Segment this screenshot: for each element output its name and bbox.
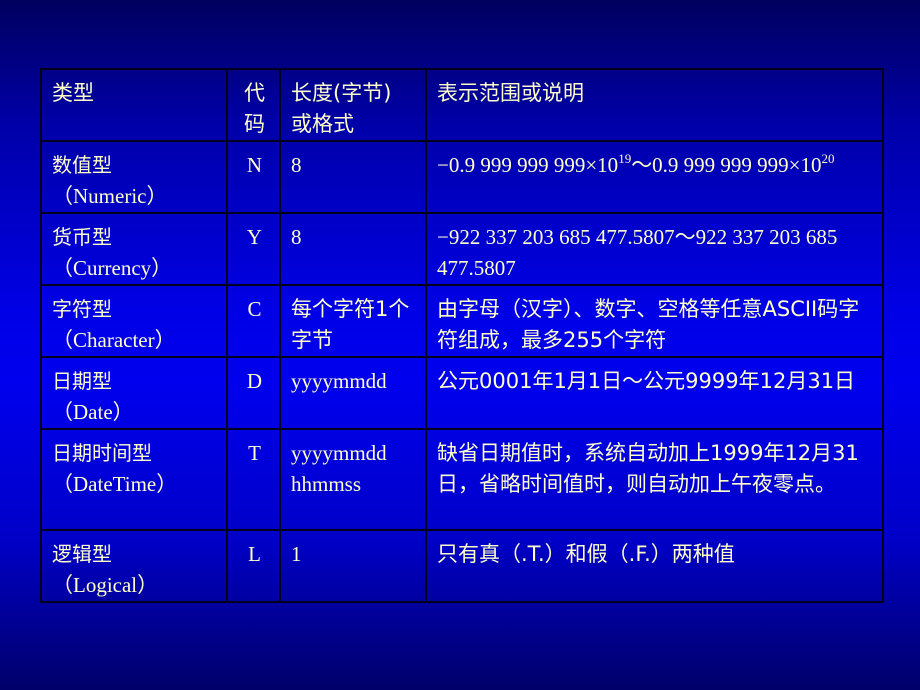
type-en: （Character） [52,328,176,352]
header-type: 类型 [40,68,228,142]
length-cell: 每个字符1个字节 [279,284,427,358]
desc-cell: 公元0001年1月1日～公元9999年12月31日 [425,356,884,430]
type-cell: 数值型 （Numeric） [40,140,228,214]
type-en: （Numeric） [52,184,168,208]
desc-cell: −0.9 999 999 999×1019～0.9 999 999 999×10… [425,140,884,214]
code-cell: D [226,356,281,430]
table-row: 货币型 （Currency） Y 8 −922 337 203 685 477.… [40,212,884,286]
table-row: 日期型 （Date） D yyyymmdd 公元0001年1月1日～公元9999… [40,356,884,430]
type-en: （Date） [52,400,134,424]
code-cell: T [226,428,281,531]
table-row: 数值型 （Numeric） N 8 −0.9 999 999 999×1019～… [40,140,884,214]
desc-part2: ～0.9 999 999 999×10 [631,153,822,177]
table-row: 逻辑型 （Logical） L 1 只有真（.T.）和假（.F.）两种值 [40,529,884,603]
desc-cell: −922 337 203 685 477.5807～922 337 203 68… [425,212,884,286]
type-cn: 逻辑型 [52,542,112,566]
table-row: 日期时间型 （DateTime） T yyyymmdd hhmmss 缺省日期值… [40,428,884,531]
type-cell: 货币型 （Currency） [40,212,228,286]
code-cell: C [226,284,281,358]
table-row: 字符型 （Character） C 每个字符1个字节 由字母（汉字）、数字、空格… [40,284,884,358]
length-cell: 1 [279,529,427,603]
length-cell: yyyymmdd [279,356,427,430]
desc-cell: 只有真（.T.）和假（.F.）两种值 [425,529,884,603]
type-en: （Currency） [52,256,173,280]
type-cn: 日期时间型 [52,441,152,465]
type-cell: 日期时间型 （DateTime） [40,428,228,531]
code-cell: L [226,529,281,603]
desc-exp1: 19 [618,151,632,166]
desc-cell: 缺省日期值时，系统自动加上1999年12月31日，省略时间值时，则自动加上午夜零… [425,428,884,531]
header-code: 代 码 [226,68,281,142]
header-row: 类型 代 码 长度(字节) 或格式 表示范围或说明 [40,68,884,142]
type-cell: 逻辑型 （Logical） [40,529,228,603]
type-cell: 字符型 （Character） [40,284,228,358]
type-en: （Logical） [52,573,159,597]
header-length: 长度(字节) 或格式 [279,68,427,142]
type-cn: 日期型 [52,369,112,393]
header-desc: 表示范围或说明 [425,68,884,142]
type-cn: 货币型 [52,225,112,249]
type-cn: 数值型 [52,153,112,177]
code-cell: N [226,140,281,214]
desc-part1: −0.9 999 999 999×10 [437,153,619,177]
type-cell: 日期型 （Date） [40,356,228,430]
type-en: （DateTime） [52,472,178,496]
code-cell: Y [226,212,281,286]
length-cell: 8 [279,140,427,214]
data-types-table: 类型 代 码 长度(字节) 或格式 表示范围或说明 数值型 （Numeric） … [40,68,884,603]
type-cn: 字符型 [52,297,112,321]
length-cell: 8 [279,212,427,286]
desc-cell: 由字母（汉字）、数字、空格等任意ASCII码字符组成，最多255个字符 [425,284,884,358]
length-cell: yyyymmdd hhmmss [279,428,427,531]
desc-exp2: 20 [821,151,835,166]
